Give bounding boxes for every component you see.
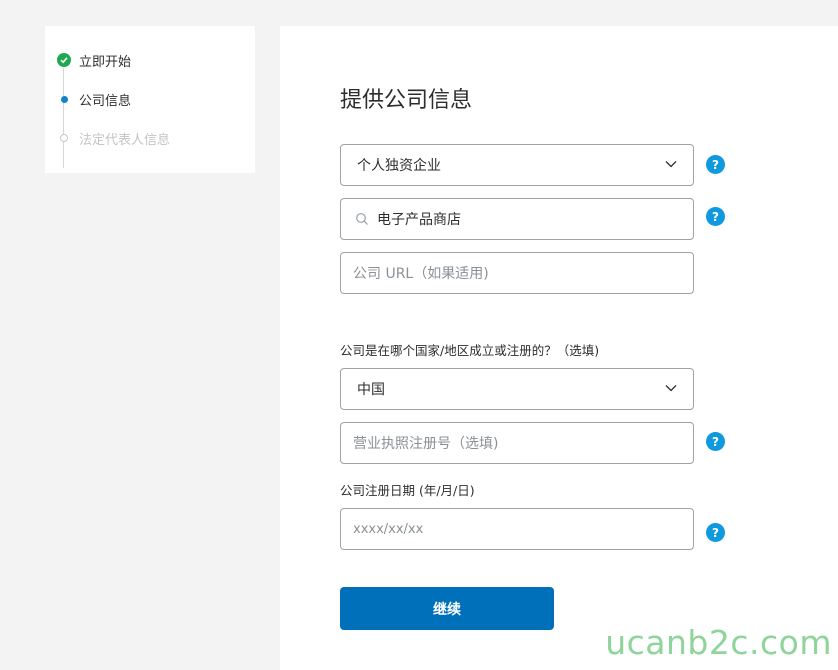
category-value: 电子产品商店: [377, 212, 461, 228]
step-get-started: 立即开始: [57, 50, 131, 70]
business-type-select[interactable]: 个人独资企业: [340, 144, 694, 186]
registration-date-input[interactable]: xxxx/xx/xx: [340, 508, 694, 550]
help-icon[interactable]: ?: [706, 155, 725, 174]
license-number-input[interactable]: 营业执照注册号（选填): [340, 422, 694, 464]
country-value: 中国: [357, 382, 385, 398]
license-number-placeholder: 营业执照注册号（选填): [353, 436, 499, 452]
help-icon[interactable]: ?: [706, 432, 725, 451]
company-url-placeholder: 公司 URL（如果适用): [353, 266, 489, 282]
continue-button[interactable]: 继续: [340, 587, 554, 630]
pending-dot-icon: [60, 134, 68, 142]
step-legal-representative: 法定代表人信息: [57, 128, 170, 148]
page-title: 提供公司信息: [340, 88, 473, 113]
step-label: 立即开始: [79, 54, 132, 70]
step-company-info: 公司信息: [57, 89, 131, 109]
step-label: 公司信息: [79, 93, 132, 109]
steps-connector-line: [63, 68, 64, 168]
company-info-form: 提供公司信息 个人独资企业 ? 电子产品商店 ? 公司 URL（如果适用) 公司…: [280, 26, 838, 670]
registration-date-label: 公司注册日期 (年/月/日): [340, 483, 475, 498]
step-label: 法定代表人信息: [79, 132, 171, 148]
watermark-text: ucanb2c.com: [605, 623, 832, 662]
country-question-label: 公司是在哪个国家/地区成立或注册的？（选填): [340, 343, 600, 358]
search-icon: [356, 213, 368, 225]
chevron-down-icon: [665, 385, 677, 392]
help-icon[interactable]: ?: [706, 523, 725, 542]
chevron-down-icon: [665, 161, 677, 168]
check-icon: [57, 53, 71, 67]
progress-steps: 立即开始 公司信息 法定代表人信息: [45, 26, 255, 173]
country-select[interactable]: 中国: [340, 368, 694, 410]
category-search-input[interactable]: 电子产品商店: [340, 198, 694, 240]
company-url-input[interactable]: 公司 URL（如果适用): [340, 252, 694, 294]
active-dot-icon: [60, 95, 68, 103]
help-icon[interactable]: ?: [706, 207, 725, 226]
business-type-value: 个人独资企业: [357, 158, 441, 174]
registration-date-placeholder: xxxx/xx/xx: [353, 521, 424, 537]
